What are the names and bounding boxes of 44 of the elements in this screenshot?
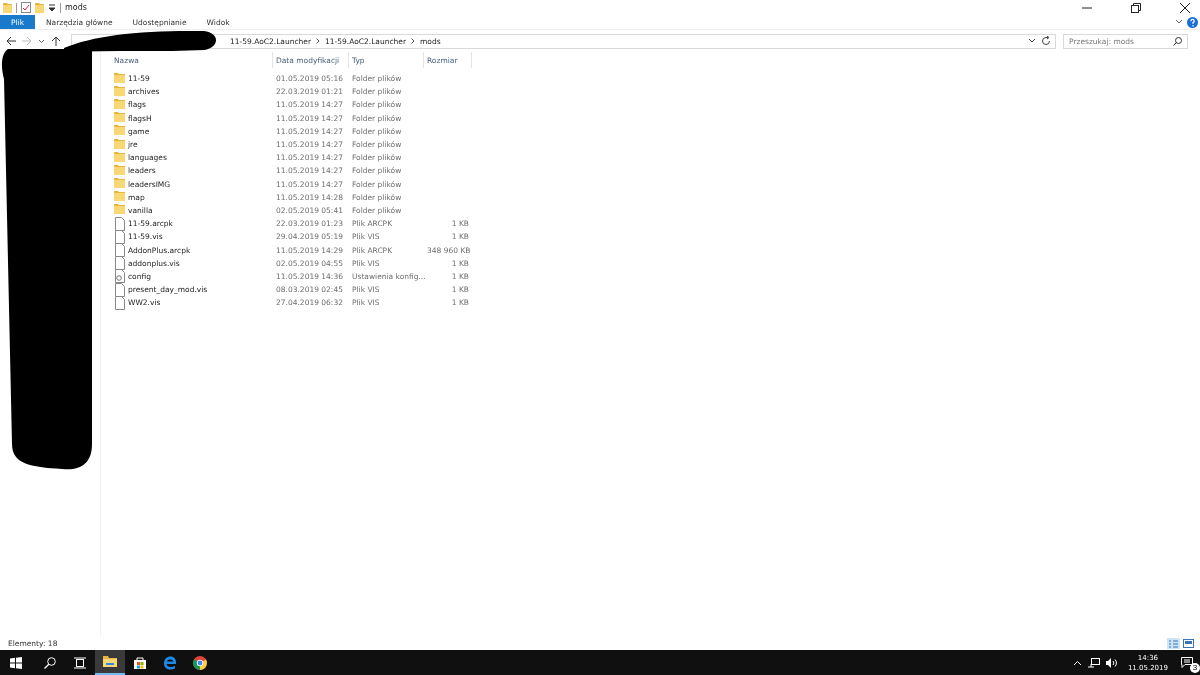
message-icon xyxy=(1181,657,1193,668)
chevron-right-icon xyxy=(316,38,320,44)
shopping-bag-icon xyxy=(133,655,147,670)
back-icon[interactable] xyxy=(6,36,16,46)
folder-icon xyxy=(114,97,125,112)
notification-button[interactable]: 3 xyxy=(1176,650,1198,675)
network-icon[interactable] xyxy=(1087,657,1100,668)
up-icon[interactable] xyxy=(51,36,61,46)
folder-icon xyxy=(114,71,125,86)
search-icon xyxy=(44,656,56,669)
file-icon xyxy=(114,229,125,244)
folder-icon xyxy=(114,163,125,178)
thumbnails-view-icon[interactable] xyxy=(1183,638,1194,648)
volume-icon[interactable] xyxy=(1105,657,1118,668)
taskbar-button[interactable] xyxy=(95,650,125,675)
file-icon xyxy=(114,256,125,271)
chevron-right-icon xyxy=(411,38,416,44)
folder-icon xyxy=(3,2,12,13)
help-icon[interactable] xyxy=(1187,16,1198,28)
file-icon xyxy=(114,243,125,258)
dropdown-icon[interactable] xyxy=(48,3,56,12)
notification-badge: 3 xyxy=(1190,663,1200,673)
folder-icon xyxy=(103,654,117,669)
restore-icon[interactable] xyxy=(1131,2,1141,13)
refresh-icon[interactable] xyxy=(1041,36,1051,46)
edge-icon xyxy=(163,655,177,670)
file-icon xyxy=(114,295,125,310)
file-icon xyxy=(114,216,125,231)
close-icon[interactable] xyxy=(1180,2,1190,13)
task-view-icon xyxy=(74,656,86,669)
file-icon xyxy=(114,282,125,297)
settings-file-icon xyxy=(114,269,125,284)
chevron-up-icon[interactable] xyxy=(1072,659,1082,666)
browser-icon xyxy=(193,655,207,670)
chevron-icon[interactable] xyxy=(1175,19,1183,25)
folder-icon xyxy=(114,137,125,152)
folder-icon xyxy=(114,84,125,99)
windows-start-icon[interactable] xyxy=(10,656,22,669)
dropdown-icon[interactable] xyxy=(1028,38,1036,44)
folder-icon xyxy=(114,150,125,165)
search-icon[interactable] xyxy=(1173,36,1182,46)
window-title: mods xyxy=(65,3,87,12)
recent-icon[interactable] xyxy=(38,38,45,44)
properties-icon[interactable] xyxy=(21,2,31,13)
